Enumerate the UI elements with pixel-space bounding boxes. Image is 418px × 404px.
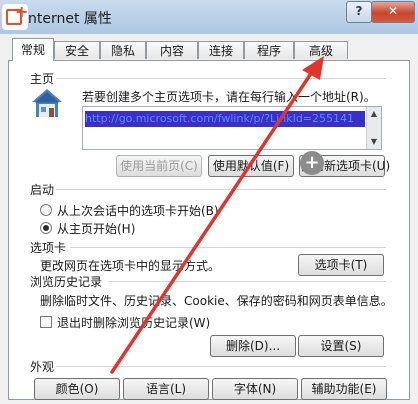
url-scrollbar[interactable]: ▲ ▼	[366, 107, 381, 149]
tabs-description: 更改网页在选项卡中的显示方式。	[40, 259, 221, 273]
accessibility-button[interactable]: 辅助功能(E)	[301, 378, 387, 400]
colors-button[interactable]: 颜色(O)	[34, 378, 120, 400]
appearance-section-label: 外观	[30, 360, 55, 374]
tab-security[interactable]: 安全	[54, 41, 100, 59]
tab-privacy[interactable]: 隐私	[100, 41, 146, 59]
use-current-button[interactable]: 使用当前页(C)	[116, 155, 202, 177]
homepage-url-value: http://go.microsoft.com/fwlink/p/?LinkId…	[85, 111, 365, 127]
startup-homepage-label: 从主页开始(H)	[57, 222, 136, 236]
tabs-settings-button[interactable]: 选项卡(T)	[298, 254, 384, 276]
delete-history-on-exit-checkbox[interactable]	[40, 316, 52, 328]
tab-connections[interactable]: 连接	[198, 41, 244, 59]
tabs-divider	[70, 247, 386, 248]
fonts-button[interactable]: 字体(N)	[212, 378, 298, 400]
tab-advanced[interactable]: 高级	[294, 41, 348, 59]
tab-programs[interactable]: 程序	[244, 41, 294, 59]
home-icon	[32, 89, 62, 117]
scroll-up-icon[interactable]: ▲	[367, 107, 381, 121]
delete-history-button[interactable]: 删除(D)...	[210, 335, 296, 357]
help-button[interactable]: ?	[346, 1, 372, 23]
delete-history-on-exit-label: 退出时删除浏览历史记录(W)	[57, 316, 211, 330]
languages-button[interactable]: 语言(L)	[123, 378, 209, 400]
homepage-url-textarea[interactable]: http://go.microsoft.com/fwlink/p/?LinkId…	[82, 106, 382, 150]
tab-general[interactable]: 常规	[12, 38, 54, 61]
homepage-divider	[56, 78, 386, 79]
startup-section-label: 启动	[30, 183, 55, 197]
history-settings-button[interactable]: 设置(S)	[298, 335, 384, 357]
tab-content[interactable]: 内容	[146, 41, 198, 59]
startup-homepage-radio[interactable]	[40, 222, 52, 234]
history-description: 删除临时文件、历史记录、Cookie、保存的密码和网页表单信息。	[40, 294, 393, 308]
startup-last-session-label: 从上次会话中的选项卡开始(B)	[57, 204, 219, 218]
window-title: nternet 属性	[28, 11, 112, 27]
use-default-button[interactable]: 使用默认值(F)	[208, 155, 294, 177]
scroll-down-icon[interactable]: ▼	[367, 135, 381, 149]
history-divider	[108, 281, 386, 282]
add-icon: +	[300, 151, 324, 175]
history-section-label: 浏览历史记录	[30, 275, 103, 289]
close-button[interactable]: ✕	[371, 1, 415, 23]
homepage-instruction: 若要创建多个主页选项卡，请在每行输入一个地址(R)。	[82, 90, 376, 104]
title-bar: + nternet 属性 ? ✕	[0, 0, 418, 34]
internet-options-icon: +	[2, 4, 28, 30]
startup-last-session-radio[interactable]	[40, 204, 52, 216]
appearance-divider	[56, 366, 386, 367]
tabs-section-label: 选项卡	[30, 241, 67, 255]
startup-divider	[56, 189, 386, 190]
homepage-section-label: 主页	[30, 72, 55, 86]
